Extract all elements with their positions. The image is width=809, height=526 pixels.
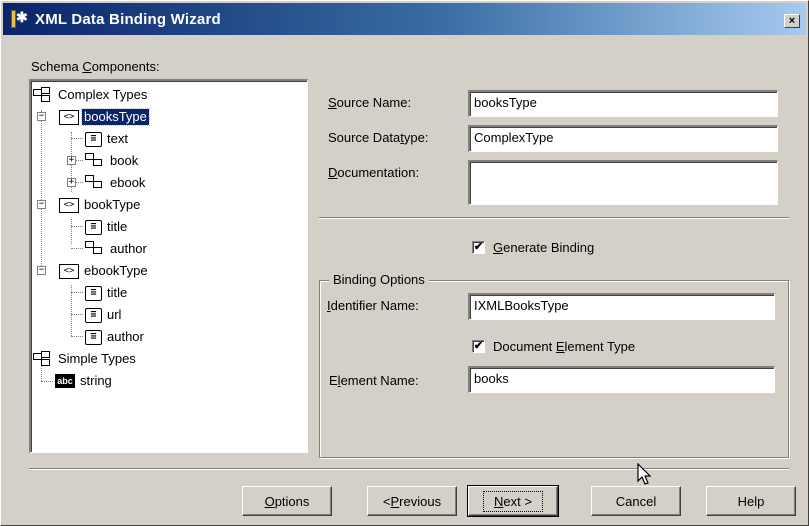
complex-element-icon xyxy=(85,241,105,257)
collapse-bookstype-toggle[interactable]: − xyxy=(37,112,46,121)
element-name-label: Element Name: xyxy=(329,373,419,388)
tree-node-book-author[interactable]: author xyxy=(85,239,149,259)
document-element-type-check[interactable]: ✔ xyxy=(472,340,485,353)
collapse-ebooktype-toggle[interactable]: − xyxy=(37,266,46,275)
complex-types-icon xyxy=(33,87,53,103)
complex-element-icon xyxy=(85,175,105,191)
title-bar[interactable]: ✱ XML Data Binding Wizard × xyxy=(3,3,806,35)
generate-binding-check[interactable]: ✔ xyxy=(472,241,485,254)
documentation-label: Documentation: xyxy=(328,165,420,180)
tree-node-string[interactable]: abc string xyxy=(55,371,114,391)
binding-options-title: Binding Options xyxy=(329,272,429,287)
document-element-type-label: Document Element Type xyxy=(493,339,636,354)
tree-node-book-title[interactable]: ≡ title xyxy=(85,217,129,237)
next-button-focus: Next > xyxy=(483,490,543,512)
document-element-type-checkbox[interactable]: ✔ Document Element Type xyxy=(472,339,635,354)
source-name-label: Source Name: xyxy=(328,95,412,110)
options-button[interactable]: Options xyxy=(242,486,332,516)
tree-node-ebooktype[interactable]: <> ebookType xyxy=(59,261,150,281)
section-divider xyxy=(319,217,789,219)
element-icon: ≡ xyxy=(85,307,102,323)
documentation-field[interactable] xyxy=(468,160,778,205)
identifier-name-label: Identifier Name: xyxy=(327,298,419,313)
tree-node-text[interactable]: ≡ text xyxy=(85,129,130,149)
previous-button[interactable]: < Previous xyxy=(367,486,457,516)
source-datatype-label: Source Datatype: xyxy=(328,130,429,145)
simple-types-icon xyxy=(33,351,53,367)
element-icon: ≡ xyxy=(85,285,102,301)
generate-binding-label: Generate Binding xyxy=(493,240,595,255)
tree-node-ebook-author[interactable]: ≡ author xyxy=(85,327,146,347)
wizard-app-icon: ✱ xyxy=(9,8,31,30)
generate-binding-checkbox[interactable]: ✔ Generate Binding xyxy=(472,240,594,255)
complex-type-icon: <> xyxy=(59,109,79,125)
schema-tree[interactable]: Complex Types − <> booksType ≡ text + bo… xyxy=(29,79,308,453)
window-title: XML Data Binding Wizard xyxy=(35,10,221,28)
tree-node-bookstype[interactable]: <> booksType xyxy=(59,107,150,127)
next-button[interactable]: Next > xyxy=(467,485,559,517)
schema-components-label: Schema Components: xyxy=(31,59,160,74)
identifier-name-field[interactable]: IXMLBooksType xyxy=(468,293,775,320)
element-icon: ≡ xyxy=(85,329,102,345)
element-icon: ≡ xyxy=(85,219,102,235)
cancel-button[interactable]: Cancel xyxy=(591,486,681,516)
expand-ebook-toggle[interactable]: + xyxy=(67,178,76,187)
complex-type-icon: <> xyxy=(59,197,79,213)
tree-node-ebook-url[interactable]: ≡ url xyxy=(85,305,123,325)
tree-node-simple-types[interactable]: Simple Types xyxy=(33,349,138,369)
collapse-booktype-toggle[interactable]: − xyxy=(37,200,46,209)
mouse-cursor-icon xyxy=(637,463,652,485)
element-icon: ≡ xyxy=(85,131,102,147)
source-name-field[interactable]: booksType xyxy=(468,90,778,117)
tree-node-complex-types[interactable]: Complex Types xyxy=(33,85,149,105)
help-button[interactable]: Help xyxy=(706,486,796,516)
close-button[interactable]: × xyxy=(784,14,800,28)
tree-node-book[interactable]: book xyxy=(85,151,140,171)
simple-type-abc-icon: abc xyxy=(55,374,75,388)
complex-type-icon: <> xyxy=(59,263,79,279)
wizard-window: ✱ XML Data Binding Wizard × Schema Compo… xyxy=(0,0,809,526)
expand-book-toggle[interactable]: + xyxy=(67,156,76,165)
complex-element-icon xyxy=(85,153,105,169)
tree-node-ebook-title[interactable]: ≡ title xyxy=(85,283,129,303)
footer-divider xyxy=(29,468,789,470)
element-name-field[interactable]: books xyxy=(468,366,775,393)
close-icon: × xyxy=(788,14,796,27)
source-datatype-field[interactable]: ComplexType xyxy=(468,125,778,152)
tree-node-ebook[interactable]: ebook xyxy=(85,173,147,193)
tree-node-booktype[interactable]: <> bookType xyxy=(59,195,142,215)
